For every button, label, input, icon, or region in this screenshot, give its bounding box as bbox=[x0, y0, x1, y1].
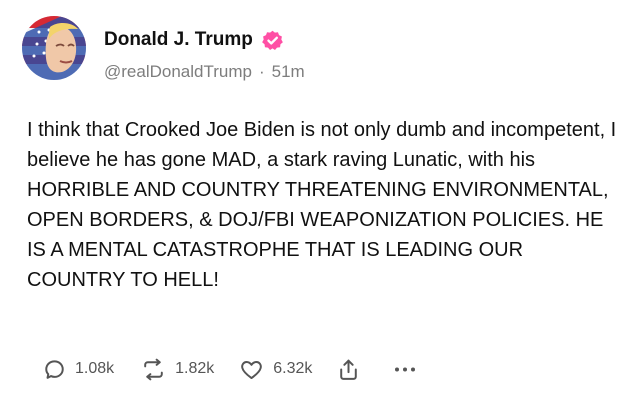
author-handle[interactable]: @realDonaldTrump bbox=[104, 62, 252, 82]
author-display-name[interactable]: Donald J. Trump bbox=[104, 28, 253, 52]
author-meta-row: @realDonaldTrump · 51m bbox=[104, 62, 305, 82]
like-button[interactable]: 6.32k bbox=[238, 357, 312, 382]
post-timestamp[interactable]: 51m bbox=[272, 62, 305, 82]
author-info: Donald J. Trump @realDonaldTrump · 51m bbox=[104, 16, 305, 82]
heart-icon bbox=[241, 360, 263, 379]
reply-icon bbox=[45, 359, 64, 379]
meta-separator: · bbox=[258, 62, 265, 81]
post-actions: 1.08k 1.82k 6.32k bbox=[42, 354, 419, 384]
post-header: Donald J. Trump @realDonaldTrump · 51m bbox=[22, 16, 305, 82]
avatar[interactable] bbox=[22, 16, 86, 80]
repost-icon bbox=[144, 358, 163, 380]
more-button[interactable] bbox=[391, 357, 419, 382]
avatar-image bbox=[22, 16, 86, 80]
verified-badge-icon bbox=[261, 29, 284, 52]
post-body-text: I think that Crooked Joe Biden is not on… bbox=[27, 119, 617, 291]
repost-count: 1.82k bbox=[175, 360, 215, 377]
more-icon bbox=[395, 367, 416, 371]
share-icon bbox=[340, 359, 358, 380]
reply-button[interactable]: 1.08k bbox=[42, 357, 114, 382]
author-name-row: Donald J. Trump bbox=[104, 28, 305, 52]
like-count: 6.32k bbox=[273, 360, 313, 377]
verified-badge-icon-svg bbox=[262, 30, 283, 50]
repost-button[interactable]: 1.82k bbox=[140, 357, 214, 382]
share-button[interactable] bbox=[336, 357, 361, 382]
reply-count: 1.08k bbox=[75, 360, 115, 377]
post-card: Donald J. Trump @realDonaldTrump · 51m I… bbox=[0, 0, 637, 413]
